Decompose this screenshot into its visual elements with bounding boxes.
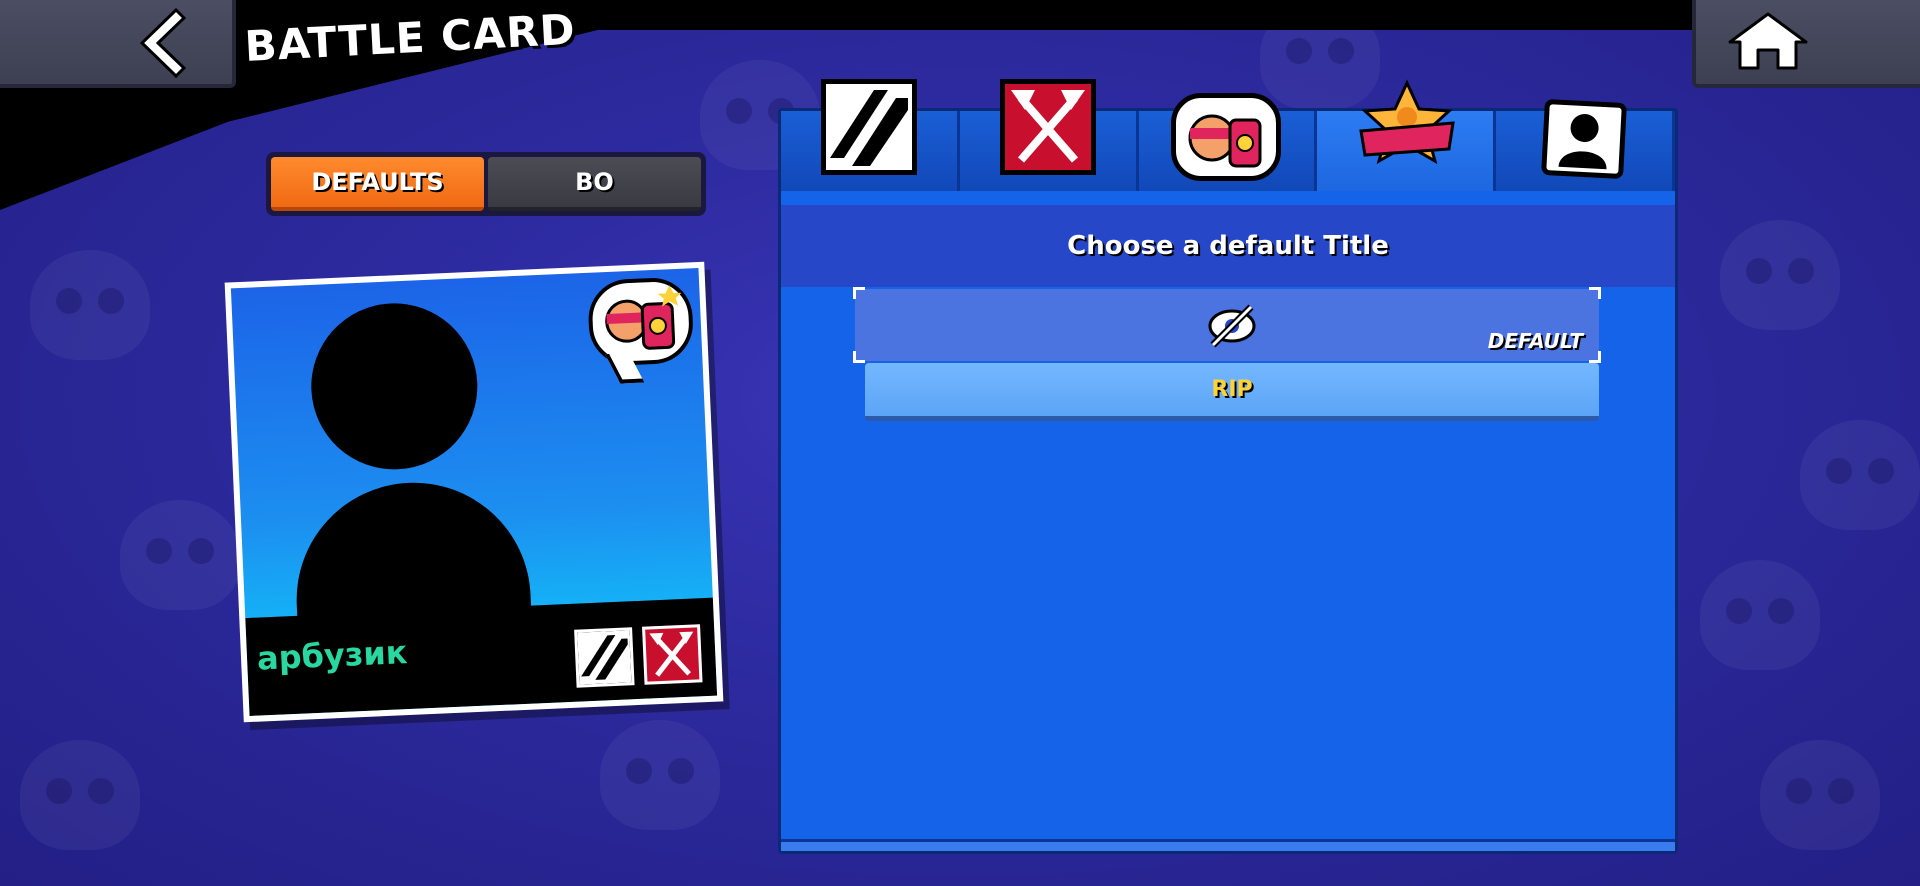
home-icon — [1728, 12, 1808, 70]
chevron-left-icon — [139, 8, 186, 78]
battle-card-preview: арбузик — [224, 261, 724, 723]
tab-profile[interactable] — [1496, 98, 1675, 191]
background-skull-icon — [1800, 420, 1920, 530]
panel-heading: Choose a default Title — [781, 205, 1675, 287]
battle-card-background: арбузик — [230, 267, 718, 717]
crossed-axes-icon — [999, 79, 1096, 175]
title-option-rip[interactable]: RIP — [865, 363, 1599, 421]
eye-hidden-icon — [1208, 304, 1256, 348]
selection-corner — [853, 287, 865, 299]
background-skull-icon — [600, 720, 720, 830]
defaults-tab[interactable]: DEFAULTS — [271, 157, 484, 211]
tab-title[interactable] — [1317, 79, 1497, 191]
selection-corner — [1589, 351, 1601, 363]
player-name: арбузик — [256, 633, 409, 678]
category-tabs — [781, 79, 1675, 191]
background-skull-icon — [1700, 560, 1820, 670]
player-silhouette-icon — [307, 299, 481, 473]
tab-pin[interactable] — [1138, 93, 1318, 191]
profile-silhouette-icon — [1541, 98, 1628, 180]
back-button[interactable] — [0, 0, 236, 88]
title-banner-icon — [1357, 79, 1456, 175]
brawler-pin-icon — [1171, 93, 1282, 181]
tab-club-icon[interactable] — [959, 79, 1139, 191]
background-skull-icon — [30, 250, 150, 360]
tab-banner-stripes[interactable] — [781, 79, 960, 191]
bo-tab[interactable]: BO — [488, 157, 701, 211]
brawler-pin-icon — [586, 276, 695, 367]
default-title-option[interactable]: DEFAULT — [853, 287, 1601, 363]
selection-corner — [1589, 287, 1601, 299]
background-skull-icon — [20, 740, 140, 850]
panel-footer — [781, 839, 1675, 851]
stripes-badge-icon — [574, 627, 635, 688]
home-button[interactable] — [1692, 0, 1920, 88]
crossed-axes-badge-icon — [642, 624, 703, 685]
background-skull-icon — [120, 500, 240, 610]
stripes-icon — [820, 79, 917, 175]
mode-toggle: DEFAULTS BO — [266, 152, 706, 216]
customization-panel: Choose a default Title DEFAULT RIP — [778, 79, 1678, 854]
background-skull-icon — [1760, 740, 1880, 850]
selection-corner — [853, 351, 865, 363]
background-skull-icon — [1720, 220, 1840, 330]
default-tag: DEFAULT — [1487, 329, 1583, 353]
